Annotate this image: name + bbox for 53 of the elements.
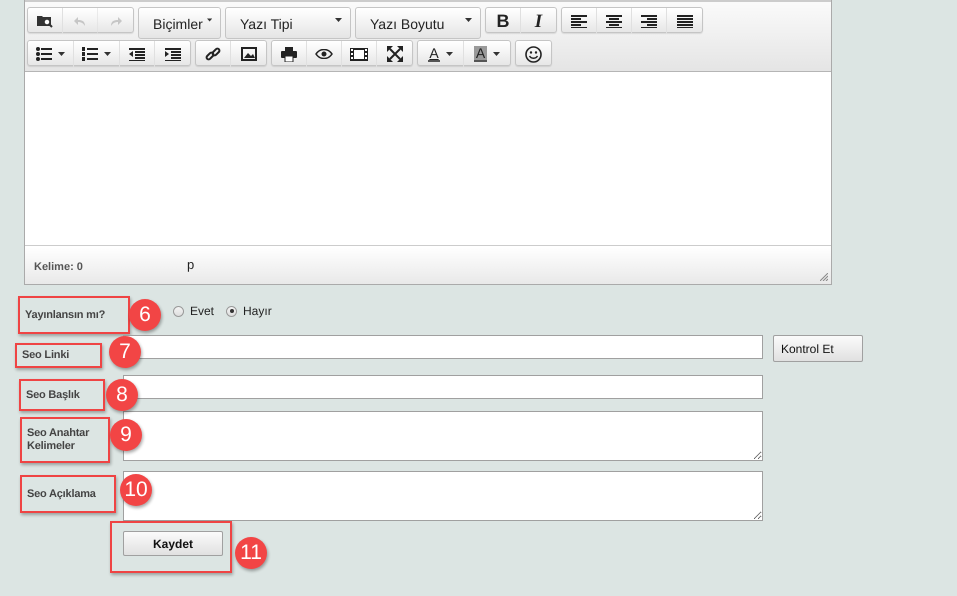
align-right-icon — [641, 14, 657, 28]
dropdown-menu[interactable]: Biçimler — [138, 7, 221, 39]
step-badge: 7 — [109, 336, 141, 368]
resize-grip-icon[interactable] — [820, 273, 828, 281]
indent-icon — [164, 48, 180, 60]
step-badge: 9 — [110, 419, 142, 451]
radio-button[interactable] — [226, 306, 238, 316]
field-label: Seo Başlık — [26, 388, 80, 402]
toolbar-button[interactable]: A — [418, 41, 464, 67]
caret-icon — [104, 52, 111, 56]
dropdown-menu[interactable]: Yazı Tipi — [225, 7, 351, 39]
align-left-icon — [571, 14, 587, 28]
dropdown-menu[interactable]: Yazı Boyutu — [355, 7, 481, 39]
outdent-icon — [129, 48, 145, 60]
caret-icon — [58, 52, 65, 56]
text-area[interactable] — [123, 411, 763, 461]
folder-search-icon — [37, 14, 53, 28]
field-label: Yayınlansın mı? — [25, 308, 106, 322]
field-label: Seo Anahtar Kelimeler — [27, 427, 90, 453]
field-label: Seo Açıklama — [27, 488, 96, 500]
toolbar-button[interactable]: A — [464, 41, 510, 67]
caret-icon — [465, 18, 472, 22]
check-button[interactable]: Kontrol Et — [773, 335, 863, 362]
film-icon — [350, 48, 368, 60]
text-area[interactable] — [123, 471, 763, 521]
numbered-list-icon — [82, 47, 98, 61]
eye-icon — [315, 49, 333, 59]
radio-label[interactable]: Evet — [190, 304, 214, 318]
printer-icon — [281, 46, 297, 62]
element-path[interactable]: p — [187, 257, 194, 272]
step-badge: 11 — [235, 537, 267, 569]
step-badge: 6 — [129, 299, 161, 331]
caret-icon — [206, 18, 212, 22]
justify-icon — [676, 14, 692, 28]
save-button[interactable]: Kaydet — [123, 531, 223, 556]
caret-icon — [335, 18, 342, 22]
undo-icon — [73, 15, 87, 27]
image-icon — [240, 47, 256, 61]
word-count: Kelime: 0 — [34, 261, 83, 273]
field-label: Seo Linki — [22, 349, 70, 362]
step-badge: 8 — [106, 379, 138, 411]
radio-label[interactable]: Hayır — [243, 304, 272, 318]
radio-button[interactable] — [173, 306, 184, 316]
toolbar-button[interactable]: I — [521, 8, 556, 34]
caret-icon — [446, 52, 453, 56]
toolbar-button[interactable]: B — [486, 8, 521, 34]
align-center-icon — [606, 14, 622, 28]
link-icon — [205, 46, 221, 62]
redo-icon — [108, 15, 122, 27]
fullscreen-icon — [386, 46, 402, 62]
caret-icon — [493, 52, 500, 56]
bullet-list-icon — [36, 47, 52, 61]
smiley-icon — [525, 46, 542, 62]
